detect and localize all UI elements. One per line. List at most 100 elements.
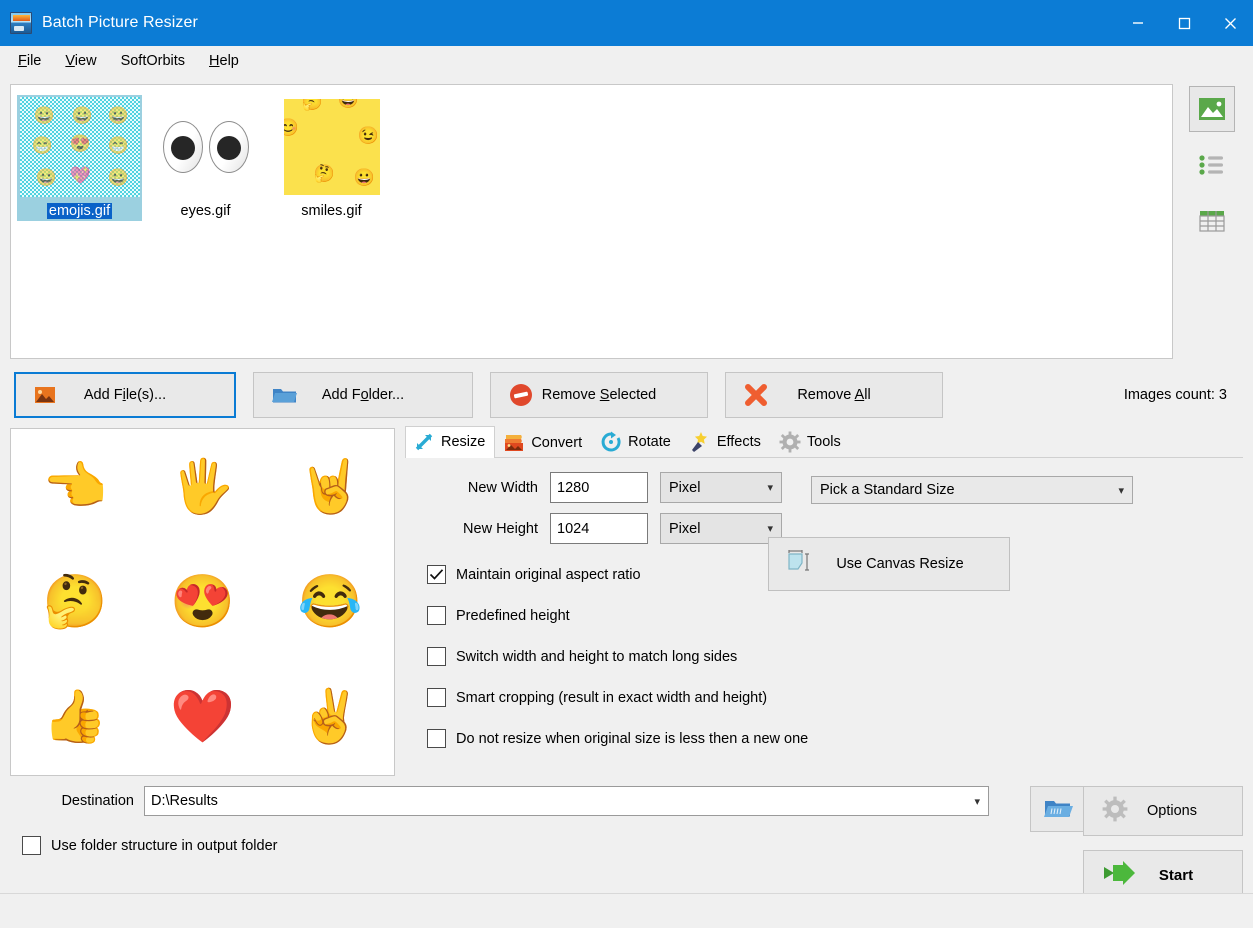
tab-effects-label: Effects	[716, 434, 761, 450]
smart-cropping-row[interactable]: Smart cropping (result in exact width an…	[427, 677, 1243, 718]
options-button[interactable]: Options	[1083, 786, 1243, 836]
chevron-down-icon: ▾	[974, 795, 980, 808]
no-upscale-checkbox[interactable]	[427, 729, 446, 748]
new-height-input[interactable]: 1024	[550, 513, 648, 544]
use-canvas-resize-button[interactable]: Use Canvas Resize	[768, 537, 1010, 591]
smiles-tile: 🤔 😆 😊 😉 🤔 😀	[283, 99, 380, 195]
menu-view[interactable]: View	[55, 50, 106, 72]
maintain-aspect-ratio-checkbox[interactable]	[427, 565, 446, 584]
list-icon	[1199, 155, 1223, 175]
gear-icon	[779, 431, 801, 453]
preview-emoji: 🖐️	[170, 457, 235, 516]
list-view-button[interactable]	[1189, 142, 1235, 188]
add-files-button[interactable]: Add File(s)...	[14, 372, 236, 418]
filmstrip-section: 😀 😀 😀 😁 😍 😁 😀 💖 😀 emojis.gif eyes.gif 🤔 …	[0, 76, 1253, 359]
chevron-down-icon: ▾	[767, 482, 773, 494]
close-button[interactable]	[1207, 0, 1253, 46]
options-label: Options	[1147, 803, 1197, 819]
predefined-height-label: Predefined height	[456, 607, 570, 624]
browse-folder-button[interactable]	[1030, 786, 1088, 832]
new-width-unit-value: Pixel	[669, 479, 701, 496]
file-list-panel[interactable]: 😀 😀 😀 😁 😍 😁 😀 💖 😀 emojis.gif eyes.gif 🤔 …	[10, 84, 1173, 359]
tab-convert[interactable]: Convert	[495, 428, 592, 458]
preview-emoji: 🤘	[297, 457, 363, 516]
menu-softorbits[interactable]: SoftOrbits	[111, 50, 195, 72]
tab-tools-label: Tools	[806, 434, 841, 450]
convert-image-icon	[503, 433, 525, 453]
menu-help[interactable]: Help	[199, 50, 249, 72]
standard-size-value: Pick a Standard Size	[820, 482, 955, 498]
resize-tab-content: New Width 1280 Pixel ▾ New Height 1024 P…	[405, 458, 1243, 776]
menu-help-rest: elp	[219, 52, 239, 69]
new-width-unit-select[interactable]: Pixel ▾	[660, 472, 782, 503]
new-width-label: New Width	[467, 479, 538, 496]
new-height-unit-value: Pixel	[669, 520, 701, 537]
add-folder-button[interactable]: Add Folder...	[253, 372, 473, 418]
destination-value: D:\Results	[151, 793, 218, 809]
status-bar	[0, 893, 1253, 911]
tab-rotate[interactable]: Rotate	[592, 426, 681, 458]
new-height-unit-select[interactable]: Pixel ▾	[660, 513, 782, 544]
picture-icon	[1199, 98, 1225, 120]
window-title: Batch Picture Resizer	[42, 14, 198, 31]
predefined-height-row[interactable]: Predefined height	[427, 595, 1243, 636]
menu-view-rest: iew	[74, 52, 97, 69]
no-upscale-label: Do not resize when original size is less…	[456, 730, 809, 747]
switch-wh-label: Switch width and height to match long si…	[456, 648, 738, 665]
maximize-button[interactable]	[1161, 0, 1207, 46]
preview-emoji: 👈	[42, 457, 108, 516]
list-item-label: eyes.gif	[180, 203, 231, 219]
predefined-height-checkbox[interactable]	[427, 606, 446, 625]
remove-selected-button[interactable]: Remove Selected	[490, 372, 708, 418]
tab-resize[interactable]: Resize	[405, 426, 496, 458]
preview-emoji: ✌️	[297, 688, 363, 747]
list-item-label: smiles.gif	[301, 203, 362, 219]
thumbnail-image: 🤔 😆 😊 😉 🤔 😀	[272, 97, 392, 197]
switch-wh-checkbox[interactable]	[427, 647, 446, 666]
resize-arrows-icon	[413, 431, 435, 453]
green-arrow-icon	[1102, 861, 1136, 889]
remove-all-button[interactable]: Remove All	[725, 372, 943, 418]
settings-tab-panel: Resize Convert Rotate Effects Tools New …	[405, 426, 1243, 776]
use-folder-structure-checkbox[interactable]	[22, 836, 41, 855]
standard-size-select[interactable]: Pick a Standard Size ▾	[811, 476, 1133, 504]
minimize-button[interactable]	[1115, 0, 1161, 46]
gear-icon	[1102, 796, 1128, 826]
tab-resize-label: Resize	[441, 434, 486, 450]
smart-cropping-label: Smart cropping (result in exact width an…	[456, 689, 768, 706]
tab-effects[interactable]: Effects	[681, 426, 771, 458]
tab-tools[interactable]: Tools	[771, 426, 851, 458]
chevron-down-icon: ▾	[1118, 484, 1124, 497]
new-width-input[interactable]: 1280	[550, 472, 648, 503]
add-folder-label: Add Folder...	[321, 387, 405, 403]
list-item[interactable]: 🤔 😆 😊 😉 🤔 😀 smiles.gif	[269, 95, 394, 221]
add-files-label: Add File(s)...	[83, 387, 167, 403]
list-item[interactable]: eyes.gif	[143, 95, 268, 221]
menu-file-rest: ile	[26, 52, 42, 69]
tab-bar: Resize Convert Rotate Effects Tools	[405, 426, 1243, 458]
thumbnail-view-button[interactable]	[1189, 86, 1235, 132]
smart-cropping-checkbox[interactable]	[427, 688, 446, 707]
magic-wand-icon	[689, 431, 711, 453]
no-upscale-row[interactable]: Do not resize when original size is less…	[427, 718, 1243, 759]
title-bar: Batch Picture Resizer	[0, 0, 1253, 46]
picture-icon	[34, 386, 56, 404]
prohibition-icon	[509, 383, 533, 407]
preview-panel: 👈 🖐️ 🤘 🤔 😍 😂 👍 ❤️ ✌️	[10, 428, 395, 776]
new-height-label: New Height	[463, 520, 538, 537]
transparent-checker: 😀 😀 😀 😁 😍 😁 😀 💖 😀	[19, 97, 140, 197]
destination-label: Destination	[61, 793, 134, 809]
menu-file[interactable]: File	[8, 50, 51, 72]
bottom-bar: Destination D:\Results ▾ Use folder stru…	[0, 776, 1253, 911]
chevron-down-icon: ▾	[767, 523, 773, 535]
list-item[interactable]: 😀 😀 😀 😁 😍 😁 😀 💖 😀 emojis.gif	[17, 95, 142, 221]
use-folder-structure-row[interactable]: Use folder structure in output folder	[0, 836, 1253, 855]
switch-wh-row[interactable]: Switch width and height to match long si…	[427, 636, 1243, 677]
images-count-label: Images count: 3	[1123, 387, 1227, 403]
preview-emoji: 👍	[42, 688, 108, 747]
details-view-button[interactable]	[1189, 198, 1235, 244]
tab-rotate-label: Rotate	[628, 434, 671, 450]
thumbnail-image	[146, 97, 266, 197]
destination-input[interactable]: D:\Results ▾	[144, 786, 989, 816]
remove-selected-label: Remove Selected	[541, 387, 657, 403]
